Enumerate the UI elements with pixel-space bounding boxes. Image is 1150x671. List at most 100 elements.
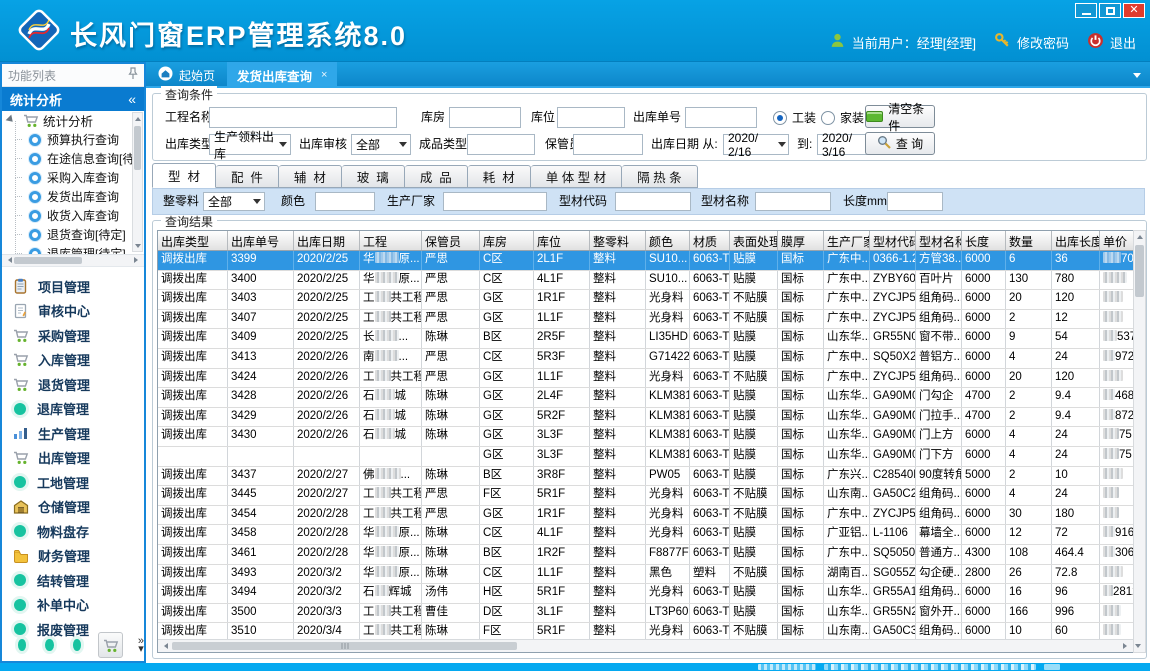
scrollbar-thumb[interactable]	[134, 126, 141, 170]
cell-material[interactable]: 6063-T5	[690, 349, 730, 368]
cell-out_length[interactable]: 36	[1052, 251, 1100, 270]
cell-code[interactable]: ZYBY607	[870, 271, 916, 290]
column-header[interactable]: 整零料	[590, 231, 646, 250]
cell-film[interactable]: 国标	[778, 565, 824, 584]
cell-factory[interactable]: 广东中...	[824, 290, 870, 309]
sidebar-module-item[interactable]: 审核中心	[2, 299, 144, 324]
cell-factory[interactable]: 湖南百...	[824, 565, 870, 584]
cell-out_type[interactable]: 调拨出库	[158, 486, 228, 505]
column-header[interactable]: 保管员	[422, 231, 480, 250]
product-type-input[interactable]	[467, 134, 535, 155]
cell-whole_part[interactable]: 整料	[590, 604, 646, 623]
table-row[interactable]: 调拨出库34292020/2/26石城陈琳G区5R2F整料KLM38176063…	[158, 408, 1133, 428]
table-row[interactable]: 调拨出库34582020/2/28华原...陈琳C区4L1F整料光身料6063-…	[158, 525, 1133, 545]
cell-order_no[interactable]: 3407	[228, 310, 294, 329]
cell-code[interactable]: ZYCJP5...	[870, 369, 916, 388]
cell-warehouse[interactable]: C区	[480, 251, 534, 270]
cell-color[interactable]: PW05	[646, 467, 690, 486]
cell-length[interactable]: 4700	[962, 408, 1006, 427]
cell-location[interactable]: 5R1F	[534, 584, 590, 603]
column-header[interactable]: 型材名称	[916, 231, 962, 250]
cell-out_length[interactable]: 24	[1052, 349, 1100, 368]
cell-code[interactable]: 0366-1.2	[870, 251, 916, 270]
cell-code[interactable]: GR55N26	[870, 604, 916, 623]
column-header[interactable]: 出库类型	[158, 231, 228, 250]
cell-material[interactable]: 塑料	[690, 565, 730, 584]
order-no-input[interactable]	[685, 107, 757, 128]
cell-factory[interactable]: 广东中...	[824, 545, 870, 564]
cell-order_no[interactable]: 3500	[228, 604, 294, 623]
cell-factory[interactable]: 山东华...	[824, 584, 870, 603]
cell-material[interactable]: 6063-T5	[690, 584, 730, 603]
cell-surface[interactable]: 不贴膜	[730, 369, 778, 388]
cell-out_date[interactable]: 2020/2/26	[294, 408, 360, 427]
cell-material[interactable]: 6063-T5	[690, 427, 730, 446]
cell-order_no[interactable]	[228, 447, 294, 466]
cell-code[interactable]: ZYCJP5...	[870, 506, 916, 525]
cell-keeper[interactable]: 严思	[422, 290, 480, 309]
cell-whole_part[interactable]: 整料	[590, 251, 646, 270]
cell-out_length[interactable]: 12	[1052, 310, 1100, 329]
close-tab-icon[interactable]: ×	[321, 69, 327, 81]
pin-icon[interactable]	[128, 67, 138, 83]
cell-warehouse[interactable]: G区	[480, 290, 534, 309]
cell-out_length[interactable]: 996	[1052, 604, 1100, 623]
cell-keeper[interactable]: 陈琳	[422, 329, 480, 348]
cell-whole_part[interactable]: 整料	[590, 388, 646, 407]
cell-location[interactable]: 4L1F	[534, 525, 590, 544]
cell-out_date[interactable]: 2020/2/28	[294, 506, 360, 525]
cell-surface[interactable]: 贴膜	[730, 427, 778, 446]
scrollbar-thumb[interactable]	[1135, 245, 1144, 297]
scroll-up-icon[interactable]	[1137, 232, 1143, 239]
cell-material[interactable]: 6063-T5	[690, 447, 730, 466]
cell-out_type[interactable]: 调拨出库	[158, 506, 228, 525]
column-header[interactable]: 单价	[1100, 231, 1133, 250]
cell-film[interactable]: 国标	[778, 271, 824, 290]
cell-name[interactable]: 窗外开...	[916, 604, 962, 623]
cell-qty[interactable]: 108	[1006, 545, 1052, 564]
cell-out_type[interactable]: 调拨出库	[158, 310, 228, 329]
cell-code[interactable]: GA90M07.	[870, 408, 916, 427]
cell-warehouse[interactable]: B区	[480, 545, 534, 564]
cell-material[interactable]: 6063-T5	[690, 604, 730, 623]
cell-whole_part[interactable]: 整料	[590, 525, 646, 544]
cell-warehouse[interactable]: F区	[480, 486, 534, 505]
tab-active-shipment-query[interactable]: 发货出库查询 ×	[227, 62, 337, 88]
cell-name[interactable]: 组角码...	[916, 584, 962, 603]
cell-name[interactable]: 组角码...	[916, 310, 962, 329]
column-header[interactable]: 库位	[534, 231, 590, 250]
cell-warehouse[interactable]: B区	[480, 329, 534, 348]
cell-keeper[interactable]: 陈琳	[422, 408, 480, 427]
cell-unit_price[interactable]	[1100, 369, 1133, 388]
cell-factory[interactable]: 山东华...	[824, 427, 870, 446]
cell-film[interactable]: 国标	[778, 486, 824, 505]
cell-keeper[interactable]: 严思	[422, 486, 480, 505]
cell-unit_price[interactable]	[1100, 271, 1133, 290]
cell-out_type[interactable]: 调拨出库	[158, 545, 228, 564]
table-row[interactable]: 调拨出库33992020/2/25华原...严思C区2L1F整料SU10...6…	[158, 251, 1133, 271]
cell-order_no[interactable]: 3437	[228, 467, 294, 486]
cell-project[interactable]	[360, 447, 422, 466]
cell-whole_part[interactable]: 整料	[590, 565, 646, 584]
length-input[interactable]	[887, 192, 943, 211]
cell-location[interactable]: 1L1F	[534, 310, 590, 329]
cell-color[interactable]: 光身料	[646, 290, 690, 309]
cell-color[interactable]: LT3P60	[646, 604, 690, 623]
tree-horizontal-scrollbar[interactable]	[2, 255, 144, 267]
search-button[interactable]: 查 询	[865, 132, 935, 155]
cell-project[interactable]: 华原...	[360, 565, 422, 584]
cell-film[interactable]: 国标	[778, 408, 824, 427]
cell-out_type[interactable]	[158, 447, 228, 466]
cell-keeper[interactable]: 严思	[422, 349, 480, 368]
cell-length[interactable]: 6000	[962, 584, 1006, 603]
cell-out_date[interactable]: 2020/2/26	[294, 388, 360, 407]
cell-color[interactable]: KLM3817	[646, 408, 690, 427]
cell-out_date[interactable]: 2020/2/26	[294, 349, 360, 368]
cell-code[interactable]: ZYCJP5...	[870, 290, 916, 309]
color-input[interactable]	[315, 192, 375, 211]
cell-color[interactable]: 光身料	[646, 506, 690, 525]
cell-keeper[interactable]: 陈琳	[422, 388, 480, 407]
cell-qty[interactable]: 2	[1006, 467, 1052, 486]
cell-location[interactable]: 1R1F	[534, 290, 590, 309]
cell-whole_part[interactable]: 整料	[590, 329, 646, 348]
